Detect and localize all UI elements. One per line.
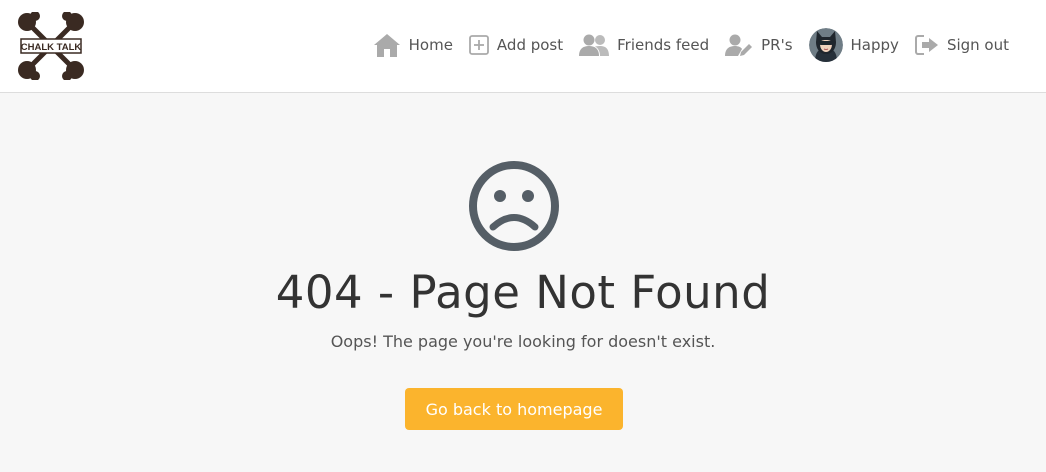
sad-face-icon [468, 160, 560, 252]
dumbbell-cross-logo-icon: CHALK TALK [18, 11, 84, 81]
nav-item-prs[interactable]: PR's [725, 33, 793, 57]
home-icon [373, 32, 401, 58]
plus-square-icon [469, 35, 489, 55]
logo[interactable]: CHALK TALK [17, 11, 85, 81]
nav-label-prs: PR's [761, 36, 793, 54]
navbar: CHALK TALK Home Add post Friends feed PR… [0, 0, 1046, 93]
sign-out-icon [914, 34, 939, 56]
nav-item-sign-out[interactable]: Sign out [914, 34, 1009, 56]
user-edit-icon [725, 33, 753, 57]
go-home-button[interactable]: Go back to homepage [405, 388, 623, 430]
error-page: 404 - Page Not Found Oops! The page you'… [0, 94, 1046, 472]
nav-menu: Home Add post Friends feed PR's Happy Si… [373, 27, 1009, 63]
nav-label-sign-out: Sign out [946, 36, 1009, 54]
nav-item-friends-feed[interactable]: Friends feed [579, 33, 709, 57]
nav-label-home: Home [408, 36, 453, 54]
logo-text: CHALK TALK [21, 42, 82, 53]
page-title: 404 - Page Not Found [275, 266, 771, 319]
error-message: Oops! The page you're looking for doesn'… [330, 332, 716, 351]
nav-label-profile: Happy [850, 36, 899, 54]
nav-item-home[interactable]: Home [373, 32, 453, 58]
avatar [808, 28, 843, 62]
nav-label-add-post: Add post [496, 36, 564, 54]
nav-label-friends-feed: Friends feed [617, 36, 710, 54]
nav-item-add-post[interactable]: Add post [469, 35, 563, 55]
nav-item-profile[interactable]: Happy [808, 28, 899, 62]
users-icon [579, 33, 610, 57]
